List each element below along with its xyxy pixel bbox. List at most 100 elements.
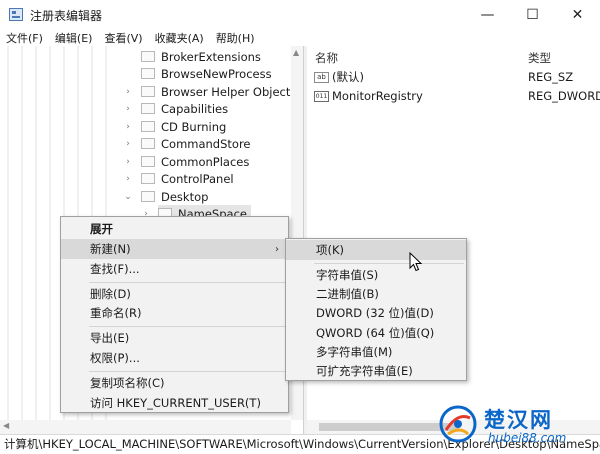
menu-separator [89,282,286,283]
close-button[interactable]: ✕ [555,0,600,29]
folder-icon [141,138,155,149]
watermark-url: hubei88.com [488,431,567,445]
new-submenu: 项(K) 字符串值(S) 二进制值(B) DWORD (32 位)值(D) QW… [285,238,467,381]
tree-item-label: ControlPanel [161,171,234,186]
menu-bar: 文件(F) 编辑(E) 查看(V) 收藏夹(A) 帮助(H) [0,29,600,46]
chevron-right-icon[interactable]: › [123,135,133,152]
menu-item-label: 二进制值(B) [316,287,379,301]
menu-item-label: 复制项名称(C) [90,376,165,390]
watermark: 楚汉网 hubei88.com [438,402,600,454]
submenu-item-binary-value[interactable]: 二进制值(B) [286,284,466,304]
menu-item-label: 多字符串值(M) [316,345,393,359]
submenu-item-qword-value[interactable]: QWORD (64 位)值(Q) [286,323,466,343]
chevron-right-icon[interactable]: › [123,153,133,170]
tree-item-label: CommonPlaces [161,154,250,169]
menu-item-permissions[interactable]: 权限(P)... [61,348,288,368]
menu-item-label: 重命名(R) [90,306,142,320]
menu-item-label: 新建(N) [90,242,131,256]
menu-item-label: QWORD (64 位)值(Q) [316,326,435,340]
folder-icon [141,51,155,62]
menu-item-label: 导出(E) [90,331,130,345]
value-row[interactable]: 011 MonitorRegistry [314,87,423,105]
tree-horizontal-scrollbar[interactable]: ◀ [0,420,291,434]
submenu-arrow-icon: › [275,243,279,255]
value-row[interactable]: ab (默认) [314,68,364,86]
tree-item-label: Browser Helper Objects [161,84,297,99]
tree-item-browsenewprocess[interactable]: BrowseNewProcess [141,65,272,82]
menu-item-goto-hkcu[interactable]: 访问 HKEY_CURRENT_USER(T) [61,393,288,413]
value-type: REG_DWORD [528,89,600,103]
menu-item-label: 查找(F)... [90,262,140,276]
tree-item-brokerextensions[interactable]: BrokerExtensions [141,48,261,65]
tree-item-label: Desktop [161,189,209,204]
menu-separator [314,263,464,264]
tree-item-label: CommandStore [161,136,251,151]
menu-item-label: 展开 [90,222,113,236]
submenu-item-expandable-string-value[interactable]: 可扩充字符串值(E) [286,361,466,381]
column-header-type[interactable]: 类型 [528,50,551,66]
menu-item-label: 字符串值(S) [316,268,379,282]
tree-item-label: CD Burning [161,119,227,134]
tree-item-browser-helper-objects[interactable]: Browser Helper Objects [141,83,296,100]
folder-icon [141,86,155,97]
folder-icon [141,103,155,114]
menu-item-label: 可扩充字符串值(E) [316,364,413,378]
menu-item-find[interactable]: 查找(F)... [61,259,288,279]
column-header-name[interactable]: 名称 [315,50,338,66]
menu-item-export[interactable]: 导出(E) [61,328,288,348]
value-name: MonitorRegistry [332,89,423,103]
tree-item-label: BrokerExtensions [161,49,261,64]
folder-icon [141,121,155,132]
submenu-item-dword-value[interactable]: DWORD (32 位)值(D) [286,303,466,323]
menu-item-copy-key-name[interactable]: 复制项名称(C) [61,373,288,393]
folder-icon [141,156,155,167]
scroll-up-arrow-icon[interactable]: ▲ [293,48,299,57]
menu-favorites[interactable]: 收藏夹(A) [149,30,210,46]
tree-item-cd-burning[interactable]: CD Burning [141,118,226,135]
chevron-right-icon[interactable]: › [123,118,133,135]
menu-item-label: 权限(P)... [90,351,140,365]
maximize-button[interactable]: ☐ [510,0,555,29]
value-type: REG_SZ [528,70,574,84]
tree-item-commandstore[interactable]: CommandStore [141,135,251,152]
folder-icon [141,191,155,202]
tree-item-capabilities[interactable]: Capabilities [141,100,228,117]
watermark-logo-icon [439,405,477,443]
tree-item-controlpanel[interactable]: ControlPanel [141,170,234,187]
folder-icon [141,173,155,184]
menu-separator [89,326,286,327]
mouse-cursor-icon [409,252,423,272]
value-name: (默认) [332,70,364,84]
title-bar: 注册表编辑器 — ☐ ✕ [0,0,600,29]
scroll-left-arrow-icon[interactable]: ◀ [3,421,9,430]
chevron-right-icon[interactable]: › [123,83,133,100]
minimize-button[interactable]: — [465,0,510,29]
menu-edit[interactable]: 编辑(E) [49,30,99,46]
submenu-item-string-value[interactable]: 字符串值(S) [286,265,466,285]
binary-value-icon: 011 [314,90,329,102]
chevron-right-icon[interactable]: › [123,100,133,117]
folder-icon [141,68,155,79]
tree-item-desktop[interactable]: Desktop [141,188,208,205]
menu-item-expand[interactable]: 展开 [61,219,288,239]
submenu-item-key[interactable]: 项(K) [286,240,466,260]
tree-item-commonplaces[interactable]: CommonPlaces [141,153,249,170]
menu-item-new[interactable]: 新建(N) › [61,239,288,259]
context-menu: 展开 新建(N) › 查找(F)... 删除(D) 重命名(R) 导出(E) 权… [60,216,289,413]
chevron-down-icon[interactable]: ⌄ [123,188,133,205]
chevron-right-icon[interactable]: › [123,170,133,187]
submenu-item-multi-string-value[interactable]: 多字符串值(M) [286,342,466,362]
watermark-title: 楚汉网 [484,408,553,432]
menu-item-label: 访问 HKEY_CURRENT_USER(T) [90,396,261,410]
menu-item-delete[interactable]: 删除(D) [61,284,288,304]
menu-item-rename[interactable]: 重命名(R) [61,303,288,323]
menu-item-label: 删除(D) [90,287,131,301]
menu-file[interactable]: 文件(F) [0,30,49,46]
menu-item-label: 项(K) [316,243,345,257]
menu-help[interactable]: 帮助(H) [210,30,261,46]
regedit-app-icon [9,8,23,21]
string-value-icon: ab [314,71,329,83]
tree-item-label: Capabilities [161,101,229,116]
menu-view[interactable]: 查看(V) [98,30,148,46]
tree-item-label: BrowseNewProcess [161,66,272,81]
